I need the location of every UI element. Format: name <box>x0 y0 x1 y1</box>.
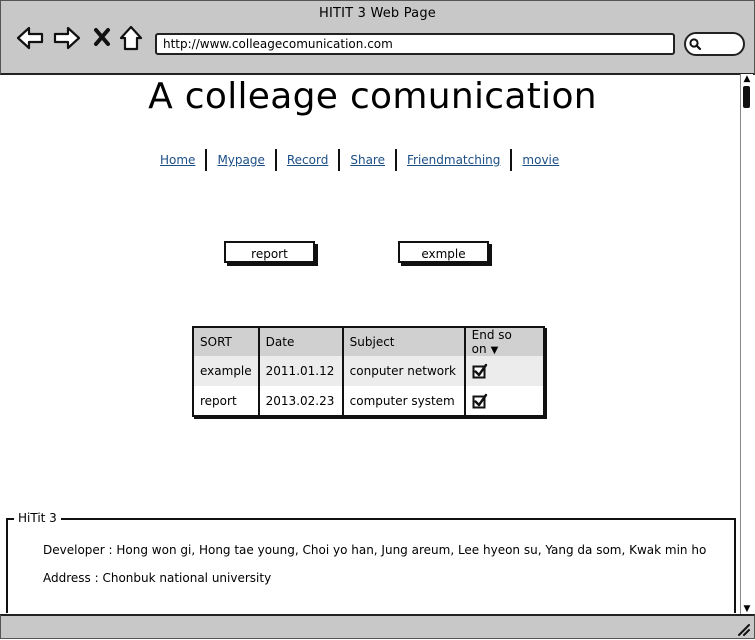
nav-link-friendmatching[interactable]: Friendmatching <box>402 153 505 167</box>
address-info: Address : Chonbuk national university <box>43 571 272 585</box>
nav-divider <box>205 149 208 171</box>
vertical-scrollbar[interactable]: ▲ ▼ <box>740 74 753 614</box>
back-arrow-icon[interactable] <box>15 23 45 53</box>
table-header-row: SORT Date Subject End so on ▼ <box>193 327 544 356</box>
cell-subject: conputer network <box>342 356 466 386</box>
report-button[interactable]: report <box>224 241 315 263</box>
cell-done <box>465 356 544 386</box>
cell-sort: example <box>193 356 260 386</box>
url-input[interactable]: http://www.colleagecomunication.com <box>155 33 675 55</box>
main-nav: Home Mypage Record Share Friendmatching … <box>155 148 564 172</box>
page-title: A colleage comunication <box>148 76 597 117</box>
status-bar <box>0 614 755 639</box>
cell-date: 2013.02.23 <box>258 386 344 416</box>
nav-divider <box>338 149 341 171</box>
nav-link-home[interactable]: Home <box>155 153 200 167</box>
nav-link-share[interactable]: Share <box>345 153 390 167</box>
nav-divider <box>274 149 277 171</box>
scroll-down-icon[interactable]: ▼ <box>742 604 752 614</box>
window-title: HITIT 3 Web Page <box>318 6 436 21</box>
cell-subject: computer system <box>342 386 466 416</box>
nav-link-movie[interactable]: movie <box>517 153 564 167</box>
checkbox-checked-icon[interactable] <box>472 363 488 379</box>
search-icon <box>689 38 702 51</box>
footer-group: HiTit 3 Developer : Hong won gi, Hong ta… <box>6 511 736 613</box>
cell-done <box>465 386 544 416</box>
home-icon[interactable] <box>117 23 147 53</box>
table-row[interactable]: example 2011.01.12 conputer network <box>193 356 544 386</box>
sort-down-icon[interactable]: ▼ <box>491 345 499 356</box>
nav-link-record[interactable]: Record <box>282 153 333 167</box>
checkbox-checked-icon[interactable] <box>472 393 488 409</box>
nav-divider <box>510 149 513 171</box>
developer-info: Developer : Hong won gi, Hong tae young,… <box>43 543 707 557</box>
nav-divider <box>394 149 397 171</box>
forward-arrow-icon[interactable] <box>52 23 82 53</box>
footer-legend: HiTit 3 <box>14 511 61 525</box>
nav-link-mypage[interactable]: Mypage <box>212 153 269 167</box>
records-table: SORT Date Subject End so on ▼ example 201… <box>192 326 545 417</box>
example-button[interactable]: exmple <box>398 241 489 263</box>
column-header-subject[interactable]: Subject <box>342 327 466 356</box>
browser-toolbar: HITIT 3 Web Page http://www.colleagecomu… <box>0 0 755 75</box>
column-header-sort[interactable]: SORT <box>193 327 260 356</box>
close-icon[interactable] <box>89 23 119 53</box>
table-row[interactable]: report 2013.02.23 computer system <box>193 386 544 416</box>
column-header-date[interactable]: Date <box>258 327 344 356</box>
resize-grip-icon[interactable] <box>736 622 750 636</box>
column-header-end-so-on[interactable]: End so on ▼ <box>465 327 544 356</box>
search-input[interactable] <box>684 32 745 56</box>
cell-date: 2011.01.12 <box>258 356 344 386</box>
cell-sort: report <box>193 386 260 416</box>
